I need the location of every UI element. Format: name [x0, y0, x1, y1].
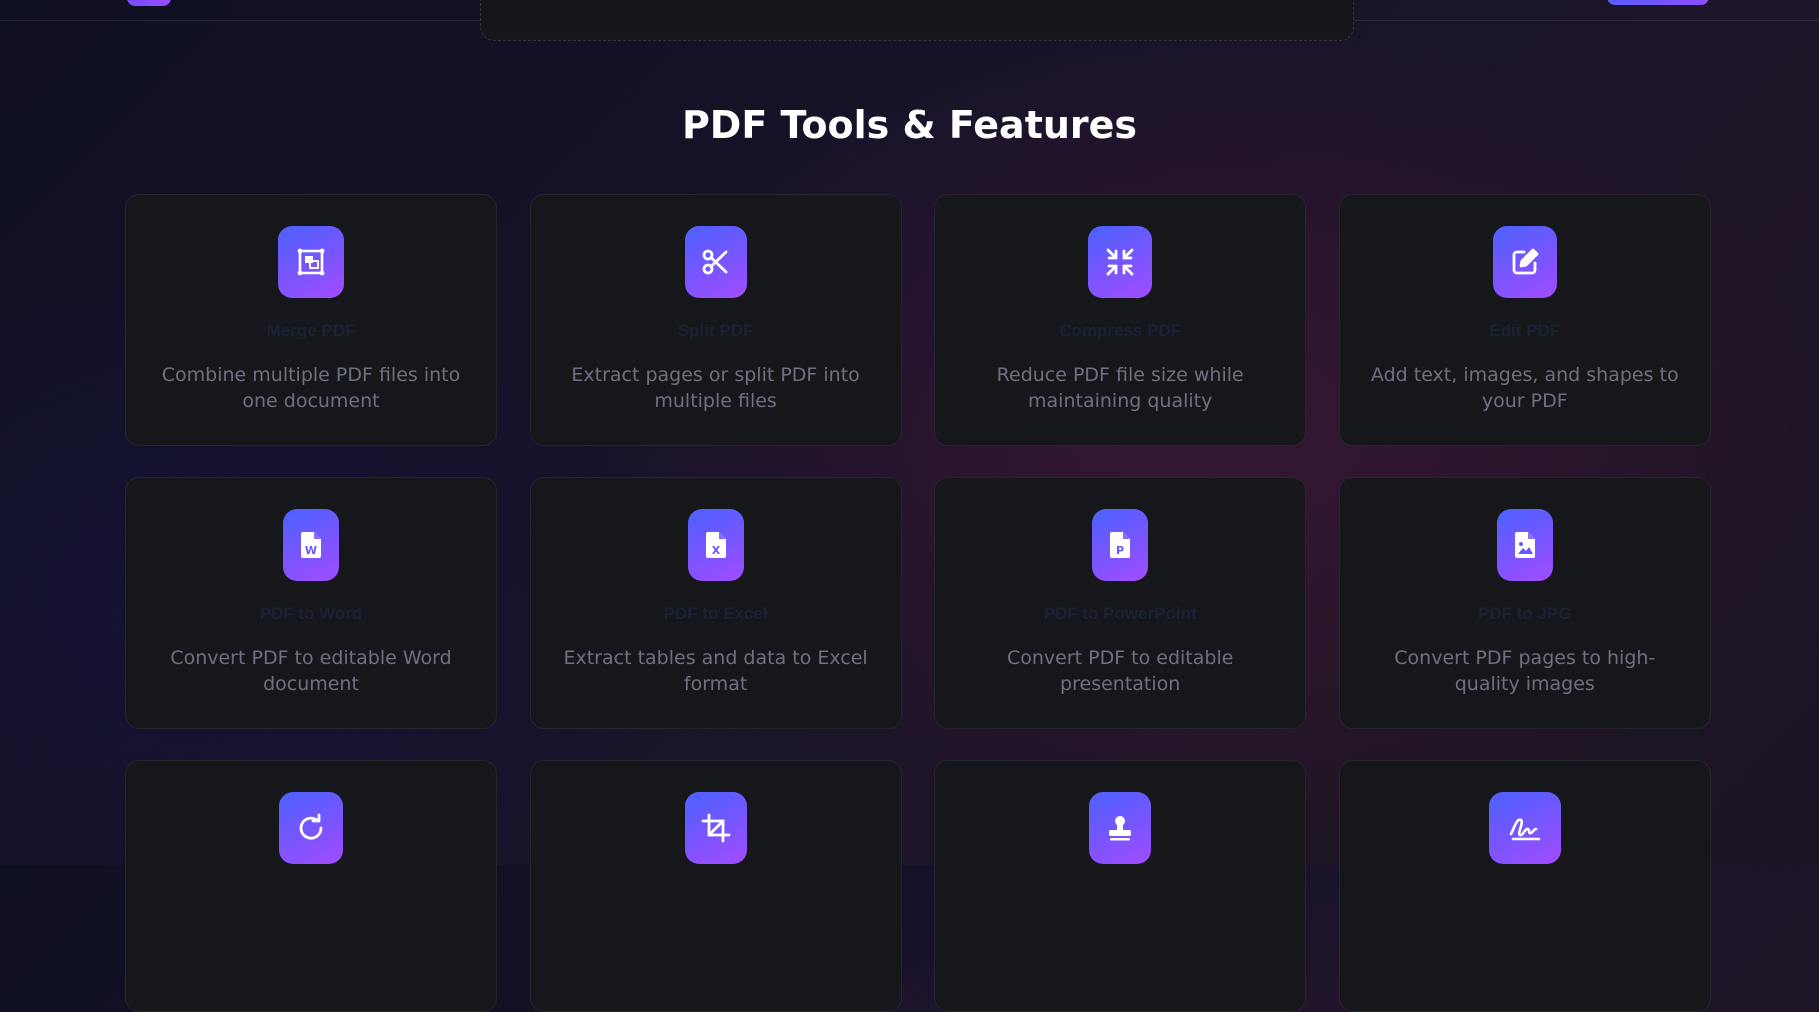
tool-card-stamp[interactable]	[934, 760, 1307, 1012]
nav-action-button[interactable]	[1607, 0, 1709, 5]
tool-card-compress-pdf[interactable]: Compress PDF Reduce PDF file size while …	[934, 194, 1307, 446]
tool-title: Compress PDF	[1059, 321, 1182, 340]
crop-icon	[684, 792, 747, 864]
tool-title: Split PDF	[677, 321, 754, 340]
stamp-icon	[1089, 792, 1152, 864]
logo[interactable]	[127, 0, 171, 6]
signature-icon	[1488, 792, 1561, 864]
tool-card-pdf-to-jpg[interactable]: PDF to JPG Convert PDF pages to high-qua…	[1338, 477, 1711, 729]
tools-grid: Merge PDF Combine multiple PDF files int…	[125, 194, 1711, 1012]
tool-card-pdf-to-excel[interactable]: X PDF to Excel Extract tables and data t…	[529, 477, 902, 729]
upload-dropzone[interactable]	[480, 0, 1354, 41]
tool-description: Extract tables and data to Excel format	[563, 647, 868, 695]
edit-icon	[1492, 226, 1557, 298]
tool-description: Convert PDF to editable Word document	[170, 647, 452, 695]
powerpoint-file-icon: P	[1092, 509, 1149, 581]
tool-title: Edit PDF	[1489, 321, 1561, 340]
tool-card-merge-pdf[interactable]: Merge PDF Combine multiple PDF files int…	[125, 194, 497, 446]
tool-card-edit-pdf[interactable]: Edit PDF Add text, images, and shapes to…	[1338, 194, 1711, 446]
tool-title: Merge PDF	[266, 321, 356, 340]
tool-description: Combine multiple PDF files into one docu…	[161, 364, 461, 412]
excel-file-icon: X	[687, 509, 744, 581]
word-file-icon: W	[283, 509, 339, 581]
svg-text:X: X	[711, 544, 720, 557]
tool-card-pdf-to-word[interactable]: W PDF to Word Convert PDF to editable Wo…	[125, 477, 497, 729]
tool-title: PDF to PowerPoint	[1043, 604, 1197, 623]
compress-icon	[1088, 226, 1153, 298]
tool-description: Reduce PDF file size while maintaining q…	[996, 364, 1244, 412]
tool-card-crop[interactable]	[529, 760, 902, 1012]
tool-description: Add text, images, and shapes to your PDF	[1370, 364, 1679, 412]
tool-card-signature[interactable]	[1338, 760, 1711, 1012]
tool-title: PDF to Excel	[663, 604, 768, 623]
svg-text:P: P	[1116, 544, 1124, 557]
tool-description: Convert PDF pages to high-quality images	[1394, 647, 1656, 695]
tool-title: PDF to Word	[259, 604, 363, 623]
tool-card-pdf-to-powerpoint[interactable]: P PDF to PowerPoint Convert PDF to edita…	[934, 477, 1307, 729]
tool-description: Extract pages or split PDF into multiple…	[571, 364, 860, 412]
scissors-icon	[684, 226, 747, 298]
tool-card-rotate[interactable]	[125, 760, 497, 1012]
merge-icon	[278, 226, 344, 298]
rotate-icon	[279, 792, 343, 864]
section-title: PDF Tools & Features	[681, 103, 1138, 147]
tool-description: Convert PDF to editable presentation	[1006, 647, 1234, 695]
svg-text:W: W	[305, 544, 317, 557]
tool-card-split-pdf[interactable]: Split PDF Extract pages or split PDF int…	[529, 194, 902, 446]
tool-title: PDF to JPG	[1478, 604, 1572, 623]
image-file-icon	[1496, 509, 1553, 581]
